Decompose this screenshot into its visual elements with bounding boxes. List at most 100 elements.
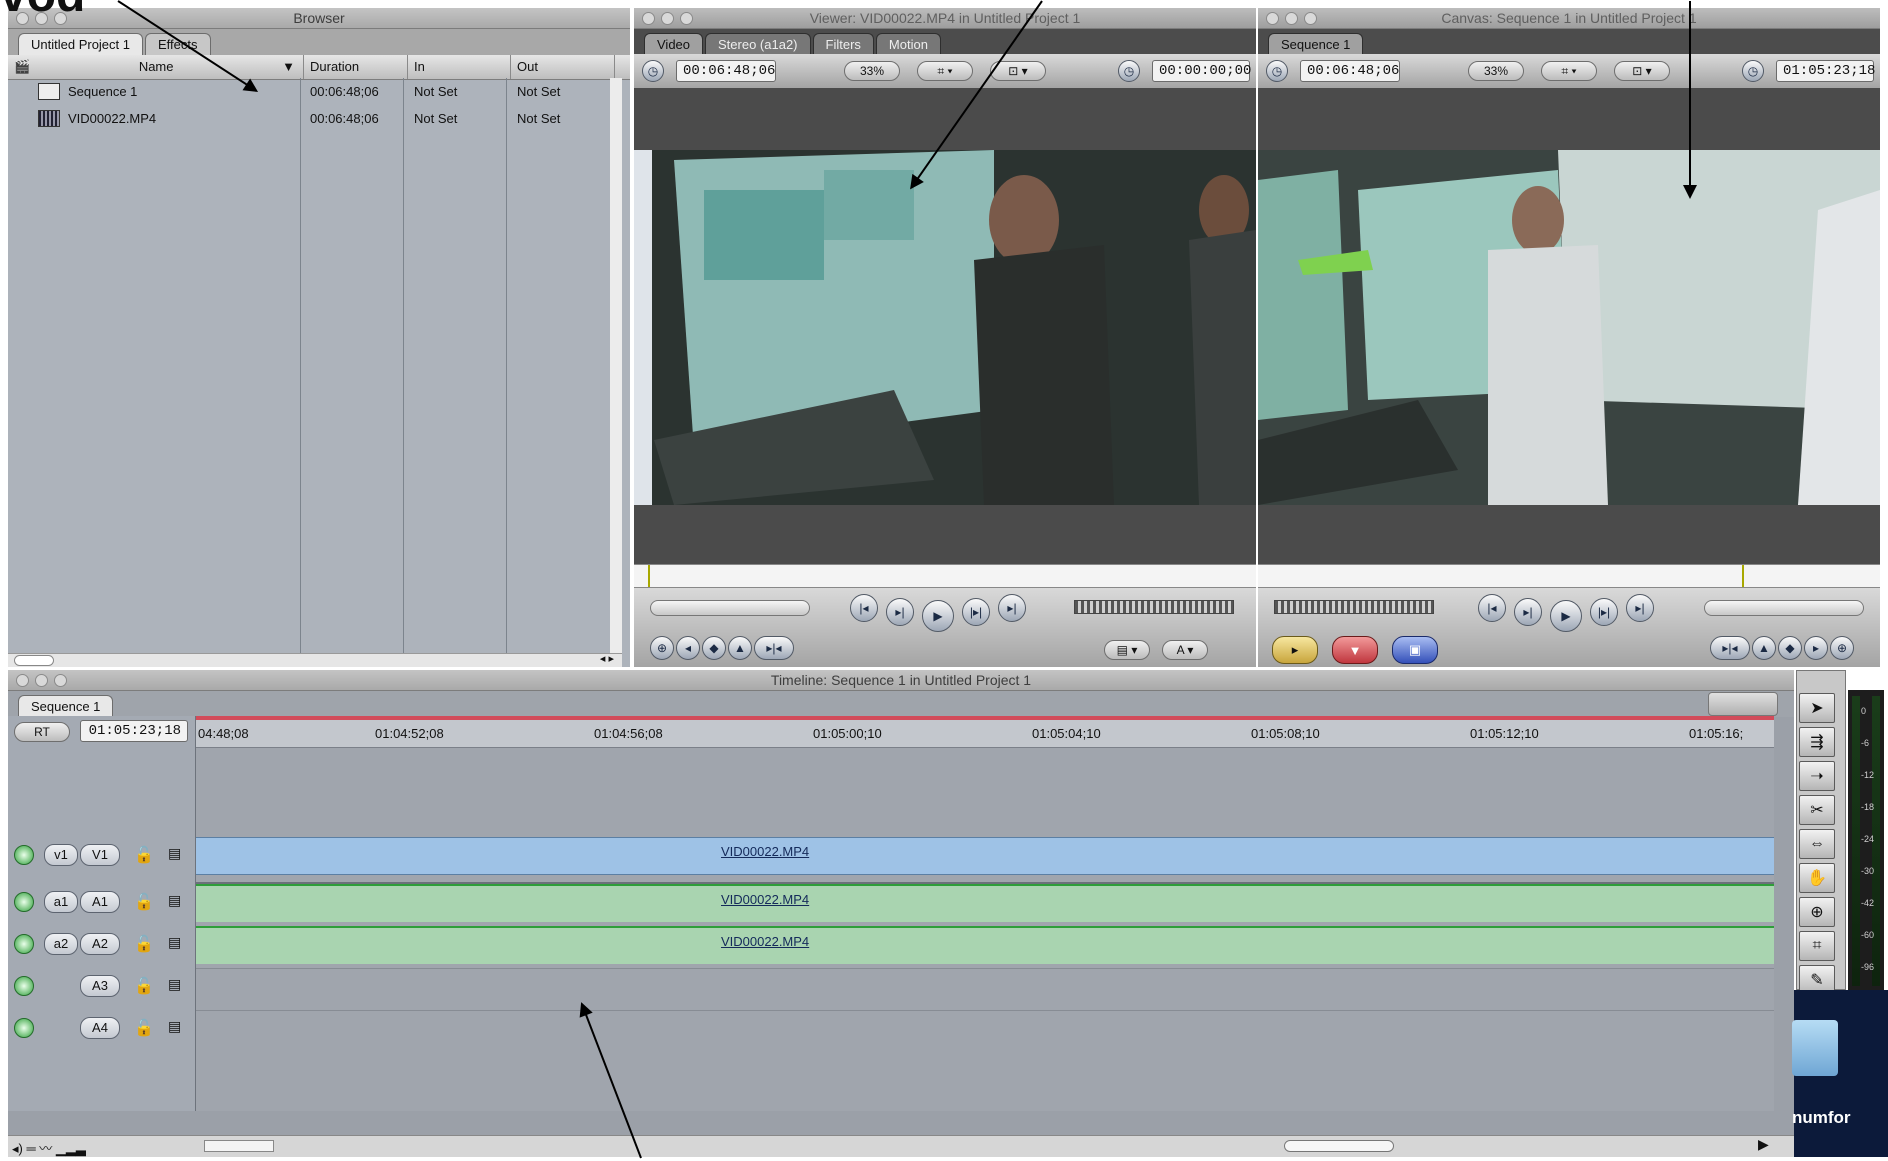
- audio-speaker-icon[interactable]: [14, 892, 34, 912]
- video-clip[interactable]: VID00022.MP4: [196, 837, 1774, 875]
- ripple-tool-icon[interactable]: ➝: [1799, 761, 1835, 791]
- play-around-button[interactable]: |▸|: [1590, 598, 1618, 626]
- timeline-hscroll-thumb[interactable]: [1284, 1140, 1394, 1152]
- empty-track[interactable]: [196, 968, 1774, 1006]
- zoom-slider[interactable]: [204, 1140, 274, 1152]
- prev-edit-button[interactable]: |◂: [850, 594, 878, 622]
- mark-in-button[interactable]: ◂: [676, 636, 700, 660]
- lock-icon[interactable]: 🔓: [134, 934, 154, 954]
- zoom-popup[interactable]: 33%: [844, 61, 900, 81]
- match-frame-button[interactable]: ⊕: [1830, 636, 1854, 660]
- scroll-arrows-icon[interactable]: ◂ ▸: [600, 652, 614, 665]
- playhead-marker[interactable]: [1742, 565, 1744, 587]
- minimize-icon[interactable]: [661, 12, 674, 25]
- close-icon[interactable]: [642, 12, 655, 25]
- mark-clip-button[interactable]: ▸|◂: [1710, 636, 1750, 660]
- tab-effects[interactable]: Effects: [145, 33, 211, 55]
- scroll-thumb[interactable]: [14, 655, 54, 666]
- dest-track[interactable]: A3: [80, 975, 120, 997]
- sort-arrow-icon[interactable]: ▼: [282, 55, 295, 79]
- track-select-tool-icon[interactable]: ⇶: [1799, 727, 1835, 757]
- source-track[interactable]: a1: [44, 891, 78, 913]
- zoom-popup[interactable]: 33%: [1468, 61, 1524, 81]
- playhead-marker[interactable]: [648, 565, 650, 587]
- add-marker-button[interactable]: ▲: [728, 636, 752, 660]
- dest-track[interactable]: A4: [80, 1017, 120, 1039]
- recent-clips-popup[interactable]: ▤ ▾: [1104, 640, 1150, 660]
- next-edit-button[interactable]: ▸|: [1626, 594, 1654, 622]
- tab-sequence[interactable]: Sequence 1: [18, 695, 114, 717]
- browser-hscrollbar[interactable]: ◂ ▸: [8, 653, 622, 667]
- canvas-timecode-field[interactable]: 01:05:23;18: [1776, 60, 1875, 82]
- mark-clip-button[interactable]: ▸|◂: [754, 636, 794, 660]
- source-track[interactable]: a2: [44, 933, 78, 955]
- tab-untitled-project[interactable]: Untitled Project 1: [18, 33, 143, 55]
- view-popup[interactable]: ⌗ ▾: [917, 61, 973, 81]
- play-button[interactable]: ▶: [1550, 600, 1582, 632]
- window-controls[interactable]: [642, 12, 693, 25]
- tab-stereo[interactable]: Stereo (a1a2): [705, 33, 811, 55]
- replace-edit-button[interactable]: ▣: [1392, 636, 1438, 664]
- overwrite-edit-button[interactable]: ▼: [1332, 636, 1378, 664]
- crop-tool-icon[interactable]: ⌗: [1799, 931, 1835, 961]
- lock-icon[interactable]: 🔓: [134, 976, 154, 996]
- dest-track[interactable]: A1: [80, 891, 120, 913]
- snapping-toggles[interactable]: [1708, 692, 1778, 716]
- viewer-scrubber-bar[interactable]: [634, 564, 1256, 588]
- minimize-icon[interactable]: [35, 674, 48, 687]
- zoom-tool-icon[interactable]: ⊕: [1799, 897, 1835, 927]
- auto-select-icon[interactable]: ▤: [168, 934, 181, 951]
- audio-clip[interactable]: VID00022.MP4: [196, 884, 1774, 922]
- window-controls[interactable]: [16, 674, 67, 687]
- mark-in-button[interactable]: ◆: [1778, 636, 1802, 660]
- lock-icon[interactable]: 🔓: [134, 845, 154, 865]
- lock-icon[interactable]: 🔓: [134, 892, 154, 912]
- canvas-titlebar[interactable]: Canvas: Sequence 1 in Untitled Project 1: [1258, 8, 1880, 29]
- viewer-duration-field[interactable]: 00:06:48;06: [676, 60, 776, 82]
- audio-speaker-icon[interactable]: [14, 976, 34, 996]
- track-visibility-icon[interactable]: [14, 845, 34, 865]
- dest-track[interactable]: A2: [80, 933, 120, 955]
- timeline-timecode-field[interactable]: 01:05:23;18: [80, 720, 188, 742]
- zoom-icon[interactable]: [680, 12, 693, 25]
- empty-track[interactable]: [196, 1010, 1774, 1048]
- auto-select-icon[interactable]: ▤: [168, 976, 181, 993]
- mark-out-button[interactable]: ▸: [1804, 636, 1828, 660]
- scroll-right-icon[interactable]: ▶: [1758, 1136, 1769, 1153]
- browser-titlebar[interactable]: Browser: [8, 8, 630, 29]
- folder-icon[interactable]: [1792, 1020, 1838, 1076]
- play-button[interactable]: ▶: [922, 600, 954, 632]
- column-name[interactable]: 🎬 Name ▼: [8, 55, 304, 79]
- column-out[interactable]: Out: [511, 55, 615, 79]
- viewer-titlebar[interactable]: Viewer: VID00022.MP4 in Untitled Project…: [634, 8, 1256, 29]
- close-icon[interactable]: [16, 674, 29, 687]
- mark-out-button[interactable]: ◆: [702, 636, 726, 660]
- column-in[interactable]: In: [408, 55, 511, 79]
- tab-sequence[interactable]: Sequence 1: [1268, 33, 1364, 55]
- lock-icon[interactable]: 🔓: [134, 1018, 154, 1038]
- slip-tool-icon[interactable]: ⇔: [1799, 829, 1835, 859]
- tab-filters[interactable]: Filters: [812, 33, 874, 55]
- column-duration[interactable]: Duration: [304, 55, 408, 79]
- zoom-icon[interactable]: [54, 674, 67, 687]
- list-item[interactable]: VID00022.MP4 00:06:48;06 Not Set Not Set: [8, 105, 622, 132]
- audio-clip[interactable]: VID00022.MP4: [196, 926, 1774, 964]
- rt-popup[interactable]: RT: [14, 722, 70, 742]
- jog-control[interactable]: [1074, 600, 1234, 614]
- tab-video[interactable]: Video: [644, 33, 704, 55]
- play-around-button[interactable]: |▸|: [962, 598, 990, 626]
- selection-tool-icon[interactable]: ➤: [1799, 693, 1835, 723]
- shuttle-slider[interactable]: [650, 600, 810, 616]
- track-height-icon[interactable]: ◂) ═ 〰 ▁▂▃: [12, 1138, 86, 1157]
- time-ruler[interactable]: 04:48;08 01:04:52;08 01:04:56;08 01:05:00;1…: [196, 716, 1774, 748]
- insert-edit-button[interactable]: ▸: [1272, 636, 1318, 664]
- zoom-icon[interactable]: [1304, 12, 1317, 25]
- window-controls[interactable]: [1266, 12, 1317, 25]
- auto-select-icon[interactable]: ▤: [168, 892, 181, 909]
- close-icon[interactable]: [1266, 12, 1279, 25]
- next-edit-button[interactable]: ▸|: [998, 594, 1026, 622]
- canvas-scrubber-bar[interactable]: [1258, 564, 1880, 588]
- minimize-icon[interactable]: [1285, 12, 1298, 25]
- audio-speaker-icon[interactable]: [14, 934, 34, 954]
- overlay-popup[interactable]: ⊡ ▾: [1614, 61, 1670, 81]
